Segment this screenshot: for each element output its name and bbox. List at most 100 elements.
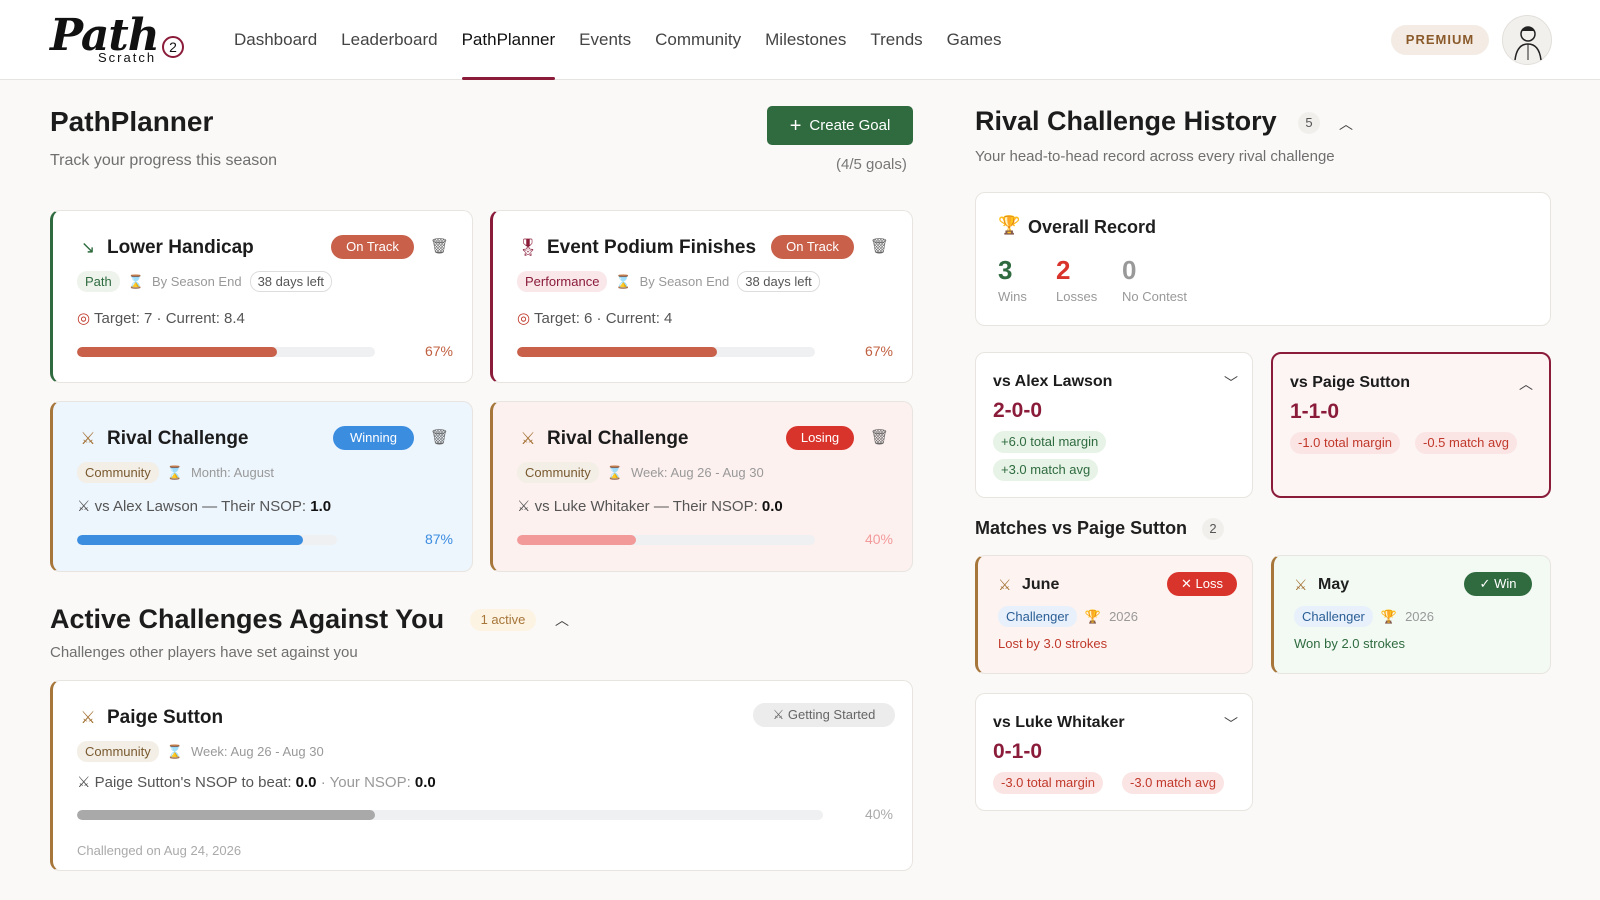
- their-nsop-value: 0.0: [761, 498, 783, 515]
- trash-icon[interactable]: 🗑: [430, 429, 449, 447]
- goal-title: Rival Challenge: [107, 428, 249, 449]
- hourglass-icon: ⌛: [166, 464, 183, 480]
- nav-community[interactable]: Community: [643, 0, 753, 80]
- chevron-up-icon[interactable]: ︿: [1339, 114, 1353, 134]
- avatar[interactable]: [1502, 15, 1552, 65]
- your-nsop-label: · Your NSOP:: [320, 774, 411, 791]
- category-tag: Performance: [517, 271, 608, 292]
- result-badge: ✓ Win: [1464, 572, 1532, 596]
- chevron-down-icon[interactable]: ﹀: [1224, 714, 1238, 734]
- plus-icon: +: [789, 114, 802, 137]
- history-title: Rival Challenge History: [975, 106, 1277, 136]
- target-text: Target: 7 · Current: 8.4: [94, 310, 245, 327]
- vs-text: vs Luke Whitaker — Their NSOP:: [534, 498, 758, 515]
- progress-percent: 67%: [424, 343, 453, 359]
- hourglass-icon: ⌛: [166, 743, 183, 759]
- nav-leaderboard[interactable]: Leaderboard: [329, 0, 449, 80]
- goal-card-rival-alex[interactable]: ⚔ Rival Challenge Winning 🗑 Community ⌛ …: [50, 401, 473, 572]
- goal-card-rival-luke[interactable]: ⚔ Rival Challenge Losing 🗑 Community ⌛ W…: [490, 401, 913, 572]
- goal-card-lower-handicap[interactable]: ↘ Lower Handicap On Track 🗑 Path ⌛ By Se…: [50, 210, 473, 383]
- match-avg-pill: -0.5 match avg: [1415, 432, 1517, 454]
- match-card-may[interactable]: ⚔ May ✓ Win Challenger 🏆 2026 Won by 2.0…: [1271, 555, 1551, 674]
- nav-dashboard[interactable]: Dashboard: [222, 0, 329, 80]
- target-row: ◎ Target: 7 · Current: 8.4: [77, 309, 245, 327]
- your-nsop-value: 0.0: [414, 774, 436, 791]
- challenge-card-paige[interactable]: ⚔ Paige Sutton ⚔ Getting Started Communi…: [50, 680, 913, 871]
- status-badge: ⚔ Getting Started: [753, 703, 895, 727]
- beat-label: Paige Sutton's NSOP to beat:: [94, 774, 292, 791]
- goal-meta-row: Performance ⌛ By Season End 38 days left: [517, 271, 820, 292]
- avatar-illustration-icon: [1514, 26, 1542, 61]
- trash-icon[interactable]: 🗑: [430, 238, 449, 256]
- hourglass-icon: ⌛: [615, 273, 632, 289]
- goal-meta-row: Community ⌛ Week: Aug 26 - Aug 30: [517, 462, 764, 483]
- trophy-icon: 🏆: [998, 215, 1021, 235]
- progress-fill: [77, 535, 304, 545]
- goals-count: (4/5 goals): [836, 156, 907, 173]
- section-title-against: Active Challenges Against You: [50, 604, 445, 634]
- days-left-badge: 38 days left: [249, 271, 333, 292]
- logo-number: 2: [162, 36, 184, 58]
- medal-icon: 🎖: [517, 238, 539, 257]
- goal-title: Lower Handicap: [107, 237, 254, 258]
- rival-card-luke-whitaker[interactable]: vs Luke Whitaker ﹀ 0-1-0 -3.0 total marg…: [975, 693, 1253, 811]
- progress-percent: 67%: [864, 343, 893, 359]
- match-detail: Won by 2.0 strokes: [1294, 636, 1406, 651]
- result-text: Loss: [1195, 576, 1223, 591]
- match-month: May: [1318, 576, 1350, 593]
- progress-fill: [517, 535, 637, 545]
- trash-icon[interactable]: 🗑: [870, 429, 889, 447]
- crossed-swords-icon: ⚔: [517, 498, 531, 515]
- hourglass-icon: ⌛: [127, 273, 144, 289]
- trash-icon[interactable]: 🗑: [870, 238, 889, 256]
- history-count-badge: 5: [1298, 112, 1320, 134]
- match-avg-pill: +3.0 match avg: [993, 459, 1099, 481]
- beat-value: 0.0: [295, 774, 317, 791]
- nav-events[interactable]: Events: [567, 0, 643, 80]
- premium-badge[interactable]: PREMIUM: [1391, 25, 1489, 55]
- trophy-icon: 🏆: [1380, 608, 1398, 624]
- category-tag: Community: [77, 462, 159, 483]
- target-row: ◎ Target: 6 · Current: 4: [517, 309, 672, 327]
- rival-card-paige-sutton[interactable]: vs Paige Sutton ︿ 1-1-0 -1.0 total margi…: [1271, 352, 1551, 498]
- nav-trends[interactable]: Trends: [858, 0, 934, 80]
- progress-fill: [517, 347, 717, 357]
- path-scratch-logo[interactable]: Path Scratch 2: [50, 14, 190, 66]
- total-margin-pill: -1.0 total margin: [1290, 432, 1400, 454]
- deadline-text: By Season End: [151, 274, 242, 289]
- target-icon: ◎: [77, 310, 91, 327]
- nav-games[interactable]: Games: [935, 0, 1014, 80]
- their-nsop-value: 1.0: [310, 498, 332, 515]
- challenged-date: Challenged on Aug 24, 2026: [77, 843, 242, 858]
- nav-milestones[interactable]: Milestones: [753, 0, 858, 80]
- chevron-down-icon[interactable]: ﹀: [1224, 373, 1238, 393]
- status-badge: On Track: [331, 235, 414, 259]
- chevron-up-icon[interactable]: ︿: [555, 610, 569, 630]
- goal-meta-row: Community ⌛ Month: August: [77, 462, 274, 483]
- goal-card-event-podium[interactable]: 🎖 Event Podium Finishes On Track 🗑 Perfo…: [490, 210, 913, 383]
- crossed-swords-icon: ⚔: [77, 498, 91, 515]
- goal-title: Event Podium Finishes: [547, 237, 757, 258]
- crossed-swords-icon: ⚔: [80, 708, 96, 727]
- losses-label: Losses: [1056, 289, 1098, 304]
- page-title: PathPlanner: [50, 106, 214, 137]
- challenge-meta-row: Community ⌛ Week: Aug 26 - Aug 30: [77, 741, 324, 762]
- status-text: Getting Started: [787, 707, 876, 722]
- progress-percent: 40%: [864, 531, 893, 547]
- target-icon: ◎: [517, 310, 531, 327]
- progress-bar: [517, 347, 815, 357]
- progress-bar: [77, 535, 337, 545]
- rival-card-alex-lawson[interactable]: vs Alex Lawson ﹀ 2-0-0 +6.0 total margin…: [975, 352, 1253, 498]
- challenger-name: Paige Sutton: [107, 707, 224, 728]
- role-tag: Challenger: [998, 606, 1077, 627]
- category-tag: Path: [77, 271, 120, 292]
- match-card-june[interactable]: ⚔ June ✕ Loss Challenger 🏆 2026 Lost by …: [975, 555, 1253, 674]
- deadline-text: Week: Aug 26 - Aug 30: [190, 744, 324, 759]
- nav-pathplanner[interactable]: PathPlanner: [450, 0, 568, 80]
- status-badge: Winning: [333, 426, 414, 450]
- goal-title: Rival Challenge: [547, 428, 689, 449]
- create-goal-button[interactable]: + Create Goal: [767, 106, 913, 145]
- rival-name: vs Paige Sutton: [1290, 374, 1411, 391]
- chevron-up-icon[interactable]: ︿: [1519, 374, 1533, 394]
- progress-bar: [77, 347, 375, 357]
